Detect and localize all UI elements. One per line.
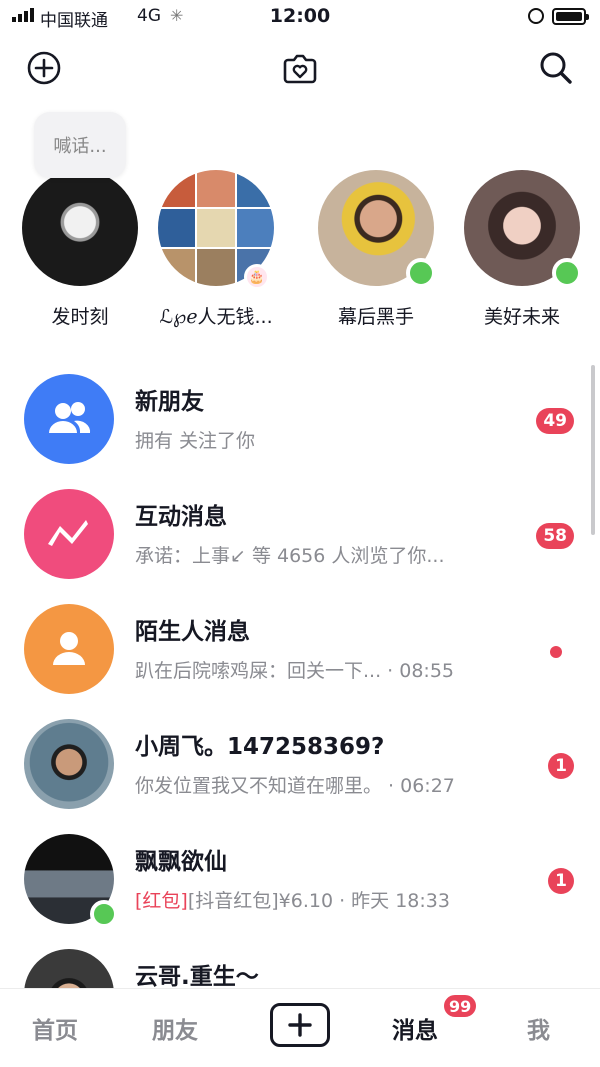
unread-badge: 58: [536, 523, 574, 549]
interactions-avatar: [24, 489, 114, 579]
unread-badge: 1: [548, 868, 574, 894]
story-item[interactable]: 🎂 ℒ℘ℯ人无钱...: [156, 170, 276, 329]
rotation-lock-icon: [528, 8, 544, 24]
story-name: 幕后黑手: [337, 306, 414, 328]
list-item-chat[interactable]: 飘飘欲仙 [红包][抖音红包]¥6.10 · 昨天 18:33 1: [0, 834, 600, 949]
list-item-subtitle: 趴在后院嗦鸡屎：回关一下... · 08:55: [135, 660, 454, 682]
list-item-subtitle: 承诺：上事↙ 等 4656 人浏览了你...: [135, 545, 445, 567]
messages-tab-badge: 99: [442, 993, 479, 1019]
avatar: [318, 170, 436, 288]
online-indicator: [406, 258, 436, 288]
list-item-subtitle: 你发位置我又不知道在哪里。 · 06:27: [135, 775, 455, 797]
plus-icon: [288, 1013, 312, 1037]
avatar: [24, 834, 118, 928]
tab-home[interactable]: 首页: [32, 1011, 78, 1045]
list-item-interactions[interactable]: 互动消息 承诺：上事↙ 等 4656 人浏览了你... 58: [0, 489, 600, 604]
list-item-title: 云哥.重生～: [135, 964, 259, 990]
bottom-tab-bar: 首页 朋友 消息 99 我: [0, 988, 600, 1067]
story-item-self[interactable]: 发时刻: [20, 170, 140, 329]
list-item-title: 陌生人消息: [135, 619, 250, 645]
unread-dot: [550, 646, 562, 658]
unread-badge: 49: [536, 408, 574, 434]
online-indicator: [90, 900, 118, 928]
moment-camera-icon: [283, 54, 317, 84]
tab-messages[interactable]: 消息: [392, 1011, 438, 1045]
moment-camera-button[interactable]: [280, 48, 320, 88]
list-item-title: 互动消息: [135, 504, 227, 530]
plus-circle-icon: [27, 51, 61, 85]
avatar: [24, 719, 114, 809]
create-button[interactable]: [270, 1003, 330, 1047]
search-button[interactable]: [536, 48, 576, 88]
interaction-zigzag-icon: [48, 520, 88, 546]
new-friends-avatar: [24, 374, 114, 464]
unread-badge: 1: [548, 753, 574, 779]
list-item-subtitle: 拥有 关注了你: [135, 430, 256, 452]
battery-icon: [552, 8, 589, 25]
users-icon: [49, 402, 91, 433]
story-item[interactable]: 美好未来: [462, 170, 582, 329]
stranger-avatar: [24, 604, 114, 694]
online-indicator: [552, 258, 582, 288]
tab-friends[interactable]: 朋友: [152, 1011, 198, 1045]
shout-bubble[interactable]: 喊话...: [34, 112, 126, 178]
tab-me[interactable]: 我: [527, 1011, 550, 1045]
scrollbar[interactable]: [591, 365, 595, 535]
list-item-title: 小周飞。147258369?: [135, 734, 385, 760]
clock: 12:00: [269, 5, 331, 27]
story-name: 美好未来: [483, 306, 560, 328]
list-item-subtitle: [红包][抖音红包]¥6.10 · 昨天 18:33: [135, 890, 450, 912]
story-name: 发时刻: [51, 306, 109, 328]
person-icon: [53, 632, 85, 665]
cake-icon: 🎂: [244, 264, 270, 290]
list-item-stranger-messages[interactable]: 陌生人消息 趴在后院嗦鸡屎：回关一下... · 08:55: [0, 604, 600, 719]
list-item-new-friends[interactable]: 新朋友 拥有 关注了你 49: [0, 374, 600, 489]
add-friend-button[interactable]: [24, 48, 64, 88]
list-item-title: 飘飘欲仙: [135, 849, 227, 875]
red-packet-tag: [红包]: [135, 890, 188, 912]
avatar: 🎂: [158, 170, 274, 290]
list-item-chat[interactable]: 小周飞。147258369? 你发位置我又不知道在哪里。 · 06:27 1: [0, 719, 600, 834]
list-item-title: 新朋友: [135, 389, 204, 415]
story-name: ℒ℘ℯ人无钱...: [159, 306, 273, 328]
story-item[interactable]: 幕后黑手: [316, 170, 436, 329]
avatar: [464, 170, 582, 288]
status-bar: 中国联通 4G ✳ 12:00: [0, 0, 600, 34]
avatar: [22, 170, 138, 286]
search-icon: [540, 52, 572, 84]
